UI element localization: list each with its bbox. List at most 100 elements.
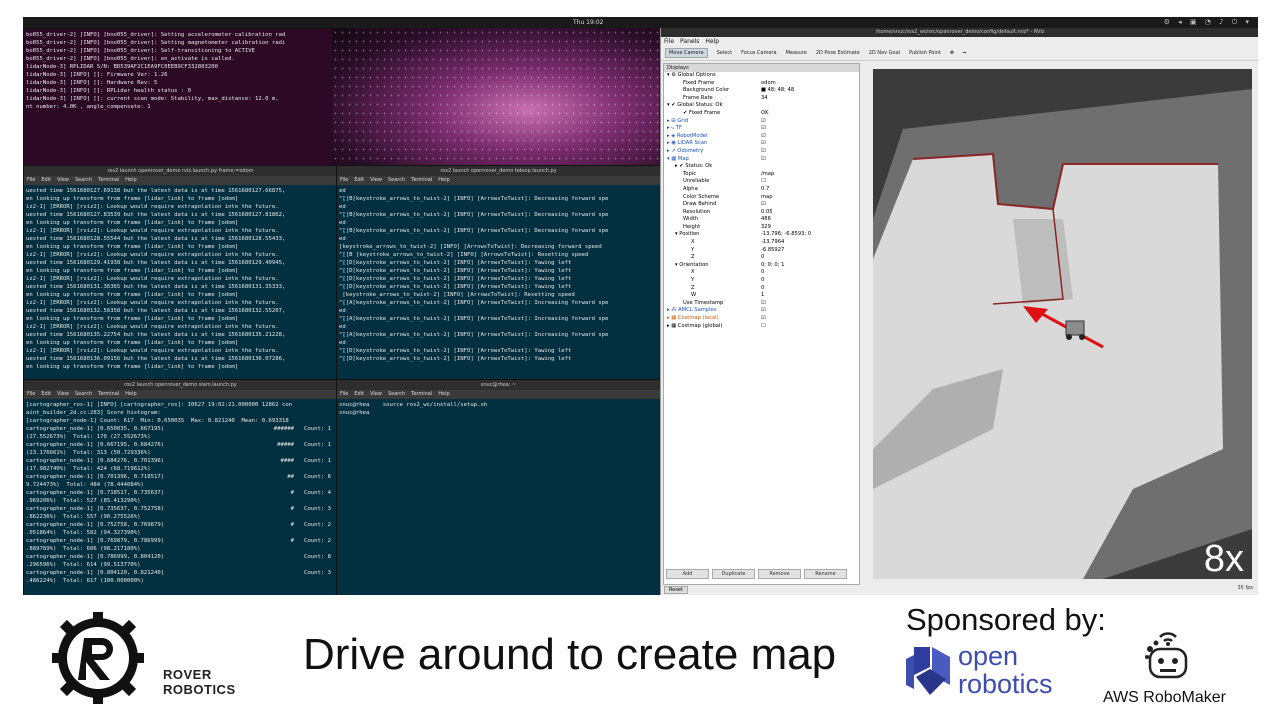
menu-item-help[interactable]: Help: [438, 177, 449, 183]
display-property-row[interactable]: ▾ ✔ Global Status: Ok: [664, 102, 859, 110]
menu-item-file[interactable]: File: [664, 38, 674, 45]
rviz-3d-viewport[interactable]: 8x: [873, 69, 1252, 579]
display-property-row[interactable]: Frame Rate 34: [664, 95, 859, 103]
rviz-menubar[interactable]: File Panels Help: [661, 37, 1258, 47]
terminal-menu[interactable]: File Edit View Search Terminal Help: [24, 390, 337, 399]
terminal-line: en looking up transform from frame [lida…: [26, 292, 239, 298]
display-property-row[interactable]: ▸ ↗ Odometry ☑: [664, 148, 859, 156]
display-property-row[interactable]: Y0: [664, 277, 859, 285]
terminal-menu[interactable]: File Edit View Search Terminal Help: [337, 176, 660, 185]
menu-item-file[interactable]: File: [27, 177, 35, 183]
menu-item-search[interactable]: Search: [75, 177, 92, 183]
terminal-line: uested time 1561680129.41938 but the lat…: [26, 260, 286, 266]
menu-item-search[interactable]: Search: [75, 391, 92, 397]
display-property-row[interactable]: ▾ Orientation 0; 0; 0; 1: [664, 262, 859, 270]
rename-display-button[interactable]: Rename: [804, 569, 847, 579]
display-property-row[interactable]: Z0: [664, 254, 859, 262]
menu-item-file[interactable]: File: [340, 177, 348, 183]
display-property-row[interactable]: ▾ ▦ Map ☑: [664, 156, 859, 164]
display-property-row[interactable]: ▸ ⤷ TF ☑: [664, 125, 859, 133]
display-property-row[interactable]: ▸ ◈ RobotModel ☑: [664, 133, 859, 141]
tool-move-camera[interactable]: Move Camera: [665, 48, 708, 58]
display-property-row[interactable]: Background Color ■ 48; 48; 48: [664, 87, 859, 95]
rviz-toolbar[interactable]: Move Camera Select Focus Camera Measure 2D P…: [661, 47, 1258, 61]
tool-focus-camera[interactable]: Focus Camera: [741, 50, 777, 56]
terminal-line: (27.552673%) Total: 170 (27.552673%): [26, 434, 151, 440]
displays-buttons[interactable]: Add Duplicate Remove Rename: [666, 569, 850, 579]
terminal-line: en looking up transform from frame [lida…: [26, 220, 239, 226]
displays-panel[interactable]: Displays ▾ ⚙ Global Options Fixed Frame od…: [663, 63, 860, 585]
menu-item-view[interactable]: View: [370, 177, 382, 183]
menu-item-file[interactable]: File: [27, 391, 35, 397]
display-property-row[interactable]: Y -6.85927: [664, 247, 859, 255]
menu-item-help[interactable]: Help: [125, 177, 136, 183]
tool-2d-pose-estimate[interactable]: 2D Pose Estimate: [816, 50, 860, 56]
tool-measure[interactable]: Measure: [786, 50, 807, 56]
display-property-row[interactable]: Color Scheme map: [664, 194, 859, 202]
display-property-row[interactable]: Topic/map: [664, 171, 859, 179]
terminal-menu[interactable]: File Edit View Search Terminal Help: [24, 176, 337, 185]
clock[interactable]: Thu 19:02: [573, 19, 603, 26]
terminal-line: bo055_driver-2] [INFO] [bno055_driver]: …: [26, 40, 286, 46]
menu-item-search[interactable]: Search: [388, 177, 405, 183]
tool--[interactable]: ✥: [950, 50, 954, 56]
menu-item-file[interactable]: File: [340, 391, 348, 397]
display-property-row[interactable]: ▸ ⊞ Grid ☑: [664, 118, 859, 126]
menu-item-edit[interactable]: Edit: [354, 391, 364, 397]
displays-tree[interactable]: ▾ ⚙ Global Options Fixed Frame odom Backgro…: [664, 72, 859, 330]
display-property-row[interactable]: ▸ ◉ LIDAR Scan ☑: [664, 140, 859, 148]
menu-item-help[interactable]: Help: [705, 38, 719, 45]
menu-item-edit[interactable]: Edit: [41, 391, 51, 397]
display-property-row[interactable]: Alpha 0.7: [664, 186, 859, 194]
display-property-row[interactable]: Unreliable ☐: [664, 178, 859, 186]
display-property-row[interactable]: ▸ ⁂ AMCL Samples ☑: [664, 307, 859, 315]
terminal-shell[interactable]: snuc@rhea: ~ File Edit View Search Terminal H…: [336, 379, 661, 595]
display-property-row[interactable]: ▸ ▦ Costmap (global) ☐: [664, 323, 859, 331]
duplicate-display-button[interactable]: Duplicate: [712, 569, 755, 579]
display-property-row[interactable]: Height 329: [664, 224, 859, 232]
tool-2d-nav-goal[interactable]: 2D Nav Goal: [869, 50, 900, 56]
display-property-row[interactable]: ▸ ▦ Costmap (local) ☑: [664, 315, 859, 323]
menu-item-terminal[interactable]: Terminal: [411, 391, 432, 397]
terminal-line: lidarNode-3] [INFO] []: current scan mod…: [26, 96, 279, 102]
menu-item-edit[interactable]: Edit: [354, 177, 364, 183]
reset-button[interactable]: Reset: [664, 586, 688, 594]
menu-item-view[interactable]: View: [57, 391, 69, 397]
menu-item-terminal[interactable]: Terminal: [411, 177, 432, 183]
display-property-row[interactable]: Width 486: [664, 216, 859, 224]
tool-publish-point[interactable]: Publish Point: [909, 50, 941, 56]
terminal-teleop[interactable]: ros2 launch openrover_demo teleop.launch…: [336, 165, 661, 381]
menu-item-help[interactable]: Help: [438, 391, 449, 397]
display-property-row[interactable]: X0: [664, 269, 859, 277]
menu-item-terminal[interactable]: Terminal: [98, 177, 119, 183]
terminal-line: .889789%) Total: 606 (98.217180%): [26, 546, 141, 552]
rviz-window[interactable]: /home/snuc/ros2_ws/src/openrover_demo/co…: [660, 28, 1258, 595]
display-property-row[interactable]: Draw Behind ☑: [664, 201, 859, 209]
terminal-slam[interactable]: ros2 launch openrover_demo slam.launch.p…: [23, 379, 338, 595]
terminal-rviz[interactable]: ros2 launch openrover_demo rviz.launch.p…: [23, 165, 338, 381]
menu-item-search[interactable]: Search: [388, 391, 405, 397]
display-property-row[interactable]: Z0: [664, 285, 859, 293]
tool--[interactable]: ━: [963, 50, 966, 56]
tool-select[interactable]: Select: [717, 50, 732, 56]
menu-item-terminal[interactable]: Terminal: [98, 391, 119, 397]
display-property-row[interactable]: ▾ ⚙ Global Options: [664, 72, 859, 80]
display-property-row[interactable]: Resolution 0.05: [664, 209, 859, 217]
system-tray-icons[interactable]: ⚙ ◂ ▣ ◔ ♪ ⏻ ▾: [1164, 18, 1252, 27]
menu-item-panels[interactable]: Panels: [680, 38, 699, 45]
display-property-row[interactable]: ▾ Position -13.796; -6.8593; 0: [664, 231, 859, 239]
menu-item-view[interactable]: View: [57, 177, 69, 183]
add-display-button[interactable]: Add: [666, 569, 709, 579]
menu-item-view[interactable]: View: [370, 391, 382, 397]
terminal-menu[interactable]: File Edit View Search Terminal Help: [337, 390, 660, 399]
display-property-row[interactable]: ✔ Fixed Frame OK: [664, 110, 859, 118]
display-property-row[interactable]: W1: [664, 292, 859, 300]
display-property-row[interactable]: Fixed Frame odom: [664, 80, 859, 88]
menu-item-help[interactable]: Help: [125, 391, 136, 397]
terminal-drive[interactable]: bo055_driver-2] [INFO] [bno055_driver]: …: [23, 28, 333, 166]
remove-display-button[interactable]: Remove: [758, 569, 801, 579]
terminal-shell-output[interactable]: snuc@rhea source ros2_ws/install/setup.s…: [337, 399, 660, 419]
display-property-row[interactable]: ▸ ✔ Status: Ok: [664, 163, 859, 171]
menu-item-edit[interactable]: Edit: [41, 177, 51, 183]
display-property-row[interactable]: X -13.7964: [664, 239, 859, 247]
